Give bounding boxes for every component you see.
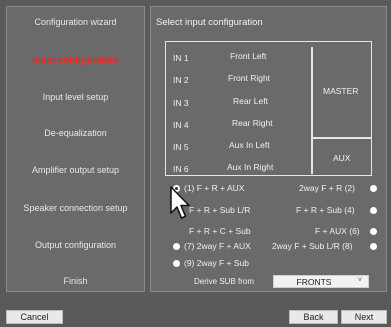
derive-sub-label: Derive SUB from	[194, 277, 255, 286]
input-id: IN 2	[173, 75, 189, 85]
aux-group-line	[311, 138, 313, 174]
option-9-label[interactable]: (9) 2way F + Sub	[184, 258, 249, 268]
option-2-label[interactable]: 2way F + R (2)	[299, 183, 355, 193]
input-id: IN 1	[173, 53, 189, 63]
derive-sub-value: FRONTS	[296, 277, 332, 287]
option-3-label[interactable]: F + R + Sub L/R	[189, 205, 250, 215]
sidebar-item-finish[interactable]: Finish	[7, 276, 144, 286]
option-2-radio[interactable]	[370, 185, 377, 192]
panel-title: Select input configuration	[156, 17, 263, 28]
aux-group-label: AUX	[333, 153, 351, 163]
input-name: Rear Right	[232, 118, 273, 128]
master-group-label: MASTER	[323, 86, 359, 96]
master-group-line	[311, 47, 313, 137]
option-4-radio[interactable]	[370, 207, 377, 214]
derive-sub-select[interactable]: FRONTS ˅	[273, 275, 369, 288]
input-id: IN 5	[173, 142, 189, 152]
input-id: IN 6	[173, 164, 189, 174]
option-7-label[interactable]: (7) 2way F + AUX	[184, 241, 251, 251]
sidebar-item-amplifier-output-setup[interactable]: Amplifier output setup	[7, 165, 144, 175]
option-5-label[interactable]: F + R + C + Sub	[189, 226, 251, 236]
chevron-down-icon: ˅	[357, 277, 362, 284]
input-configuration-panel: Select input configuration IN 1 Front Le…	[150, 6, 387, 292]
input-name: Front Right	[228, 73, 271, 83]
group-divider-line	[311, 137, 371, 139]
sidebar-item-de-equalization[interactable]: De-equalization	[7, 128, 144, 138]
input-id: IN 3	[173, 98, 189, 108]
option-8-label[interactable]: 2way F + Sub L/R (8)	[272, 241, 353, 251]
option-6-label[interactable]: F + AUX (6)	[315, 226, 360, 236]
sidebar-item-speaker-connection-setup[interactable]: Speaker connection setup	[7, 203, 144, 213]
back-button[interactable]: Back	[289, 310, 338, 324]
cancel-button[interactable]: Cancel	[6, 310, 63, 324]
input-mapping-diagram: IN 1 Front Left IN 2 Front Right IN 3 Re…	[165, 41, 372, 176]
option-7-radio[interactable]	[173, 243, 180, 250]
option-1-label[interactable]: (1) F + R + AUX	[184, 183, 244, 193]
wizard-sidebar: Configuration wizard Input configuration…	[6, 6, 145, 292]
sidebar-item-input-level-setup[interactable]: Input level setup	[7, 92, 144, 102]
option-9-radio[interactable]	[173, 260, 180, 267]
next-button[interactable]: Next	[341, 310, 387, 324]
option-4-label[interactable]: F + R + Sub (4)	[296, 205, 355, 215]
sidebar-item-input-configuration[interactable]: Input configuration	[7, 55, 144, 66]
sidebar-item-configuration-wizard[interactable]: Configuration wizard	[7, 17, 144, 27]
input-name: Aux In Right	[227, 162, 274, 172]
input-name: Front Left	[230, 51, 267, 61]
mouse-pointer-icon	[170, 186, 190, 219]
sidebar-item-output-configuration[interactable]: Output configuration	[7, 240, 144, 250]
input-name: Aux In Left	[229, 140, 270, 150]
input-id: IN 4	[173, 120, 189, 130]
input-name: Rear Left	[233, 96, 268, 106]
option-8-radio[interactable]	[370, 243, 377, 250]
option-6-radio[interactable]	[370, 228, 377, 235]
